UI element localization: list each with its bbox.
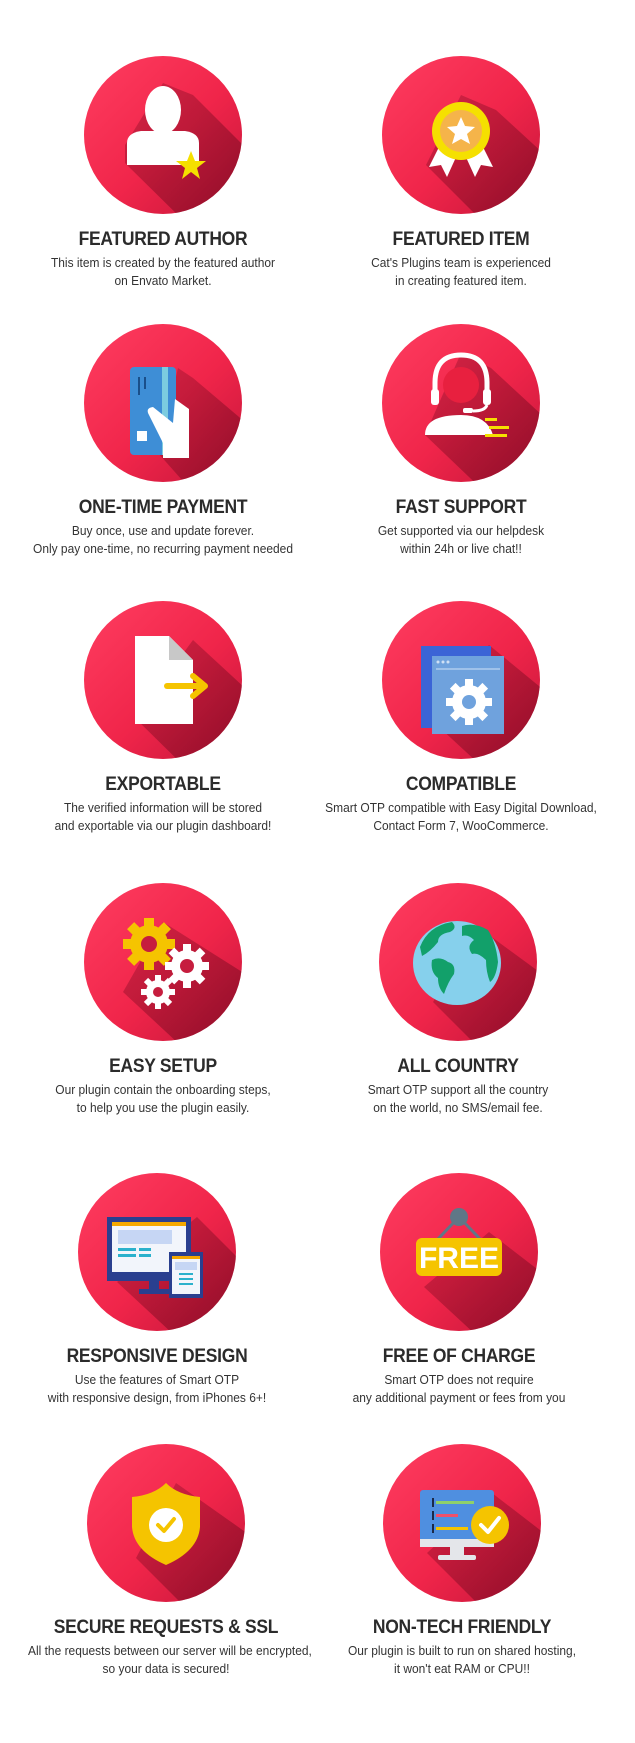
file-export-icon xyxy=(84,601,242,759)
feature-easy-setup: EASY SETUP Our plugin contain the onboar… xyxy=(13,882,313,1117)
feature-title: EASY SETUP xyxy=(109,1056,217,1077)
feature-title: FEATURED AUTHOR xyxy=(78,229,248,250)
feature-responsive-design: RESPONSIVE DESIGN Use the features of Sm… xyxy=(7,1172,307,1407)
feature-title: FAST SUPPORT xyxy=(395,497,527,518)
headset-support-icon xyxy=(382,324,540,482)
feature-all-country: ALL COUNTRY Smart OTP support all the co… xyxy=(308,882,608,1117)
feature-description: Smart OTP does not require any additional… xyxy=(352,1372,566,1405)
responsive-devices-icon xyxy=(78,1173,236,1331)
feature-title: RESPONSIVE DESIGN xyxy=(66,1346,248,1367)
feature-title: COMPATIBLE xyxy=(405,774,517,795)
window-gear-icon xyxy=(382,601,540,759)
globe-icon xyxy=(379,883,537,1041)
feature-title: EXPORTABLE xyxy=(105,774,221,795)
monitor-check-icon xyxy=(383,1444,541,1602)
feature-title: ONE-TIME PAYMENT xyxy=(78,497,248,518)
free-sign-icon: FREE xyxy=(380,1173,538,1331)
feature-one-time-payment: ONE-TIME PAYMENT Buy once, use and updat… xyxy=(13,323,313,558)
feature-secure-requests: SECURE REQUESTS & SSL All the requests b… xyxy=(16,1443,316,1678)
feature-compatible: COMPATIBLE Smart OTP compatible with Eas… xyxy=(311,600,611,835)
user-star-icon xyxy=(84,56,242,214)
feature-title: FREE OF CHARGE xyxy=(382,1346,536,1367)
feature-fast-support: FAST SUPPORT Get supported via our helpd… xyxy=(311,323,611,558)
gears-icon xyxy=(84,883,242,1041)
feature-title: ALL COUNTRY xyxy=(397,1056,519,1077)
feature-non-tech-friendly: NON-TECH FRIENDLY Our plugin is built to… xyxy=(312,1443,612,1678)
feature-description: Smart OTP support all the country on the … xyxy=(367,1082,549,1115)
feature-description: The verified information will be stored a… xyxy=(54,800,272,833)
free-sign-text: FREE xyxy=(419,1242,499,1275)
feature-title: SECURE REQUESTS & SSL xyxy=(53,1617,279,1638)
feature-description: Our plugin contain the onboarding steps,… xyxy=(55,1082,271,1115)
feature-exportable: EXPORTABLE The verified information will… xyxy=(13,600,313,835)
shield-check-icon xyxy=(87,1444,245,1602)
feature-description: Get supported via our helpdesk within 24h… xyxy=(377,523,545,556)
feature-featured-item: FEATURED ITEM Cat's Plugins team is expe… xyxy=(311,55,611,290)
award-badge-icon xyxy=(382,56,540,214)
feature-description: Our plugin is built to run on shared hos… xyxy=(347,1643,577,1676)
feature-description: This item is created by the featured aut… xyxy=(50,255,276,288)
feature-description: Cat's Plugins team is experienced in crea… xyxy=(371,255,551,288)
feature-description: All the requests between our server will… xyxy=(28,1643,312,1676)
feature-description: Smart OTP compatible with Easy Digital D… xyxy=(325,800,597,833)
credit-card-hand-icon xyxy=(84,324,242,482)
feature-title: NON-TECH FRIENDLY xyxy=(372,1617,552,1638)
feature-title: FEATURED ITEM xyxy=(392,229,530,250)
feature-free-of-charge: FREE FREE OF CHARGE Smart OTP does not r… xyxy=(309,1172,609,1407)
feature-featured-author: FEATURED AUTHOR This item is created by … xyxy=(13,55,313,290)
feature-description: Use the features of Smart OTP with respon… xyxy=(47,1372,267,1405)
feature-description: Buy once, use and update forever. Only pa… xyxy=(33,523,293,556)
